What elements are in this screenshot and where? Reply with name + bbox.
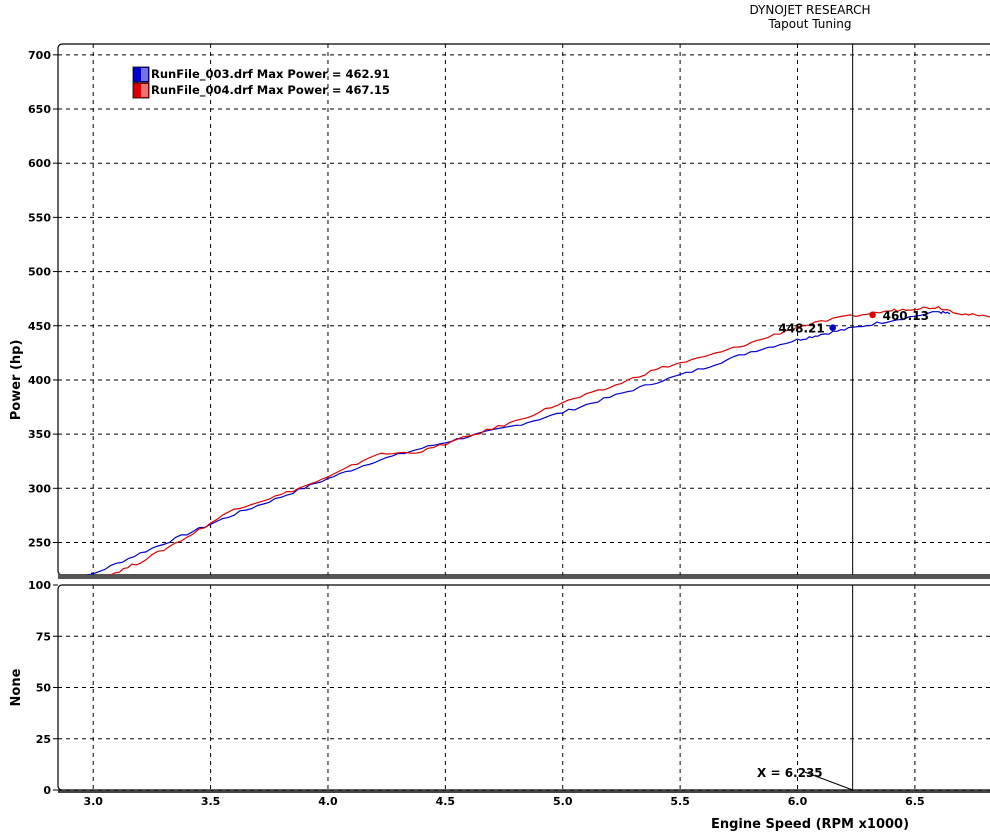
x-tick-label: 3.0 [83,795,103,808]
x-tick-label: 4.0 [318,795,338,808]
cursor-label: X = 6.235 [757,766,823,780]
y-tick-label-secondary: 25 [36,733,51,746]
marker-point-1 [829,324,837,331]
y-tick-label-secondary: 0 [43,784,51,797]
x-tick-label: 6.0 [788,795,808,808]
x-tick-label: 5.5 [670,795,690,808]
x-tick-label: 4.5 [436,795,456,808]
power-panel-frame [57,43,990,576]
y-tick-label-secondary-top: 100 [28,579,51,592]
y-tick-label-secondary: 75 [36,630,51,643]
y-tick-label-power: 300 [28,482,51,495]
y-tick-label-power: 450 [28,320,51,333]
marker-point-2 [869,311,876,319]
y-tick-label-power: 650 [28,103,51,116]
y-tick-label-power: 250 [28,536,51,549]
x-tick-label: 5.0 [553,795,573,808]
y-tick-label-power: 500 [28,266,51,279]
marker-label-1: 448.21 [778,322,824,336]
y-tick-label-power: 600 [28,157,51,170]
chart-canvas[interactable]: 3.0 3.5 4.0 4.5 5.0 5.5 6.0 6.57006506005505004… [0,0,990,839]
x-tick-label: 6.5 [905,795,925,808]
y-tick-label-power: 350 [28,428,51,441]
dyno-chart-window: DYNOJET RESEARCH Tapout Tuning 3.0 3.5 4.0… [0,0,990,839]
y-axis-label-power: Power (hp) [9,340,24,421]
x-tick-label: 3.5 [201,795,221,808]
y-tick-label-power: 400 [28,374,51,387]
legend-label-2: RunFile_004.drf Max Power = 467.15 [151,83,390,98]
x-axis-label: Engine Speed (RPM x1000) [711,817,909,832]
y-axis-label-secondary: None [9,668,24,706]
y-tick-label-power: 700 [28,49,51,62]
legend-label-1: RunFile_003.drf Max Power = 462.91 [151,67,390,82]
y-tick-label-power: 550 [28,211,51,224]
y-tick-label-secondary: 50 [36,682,52,695]
panel-divider [58,574,990,579]
marker-label-2: 460.13 [883,309,929,323]
